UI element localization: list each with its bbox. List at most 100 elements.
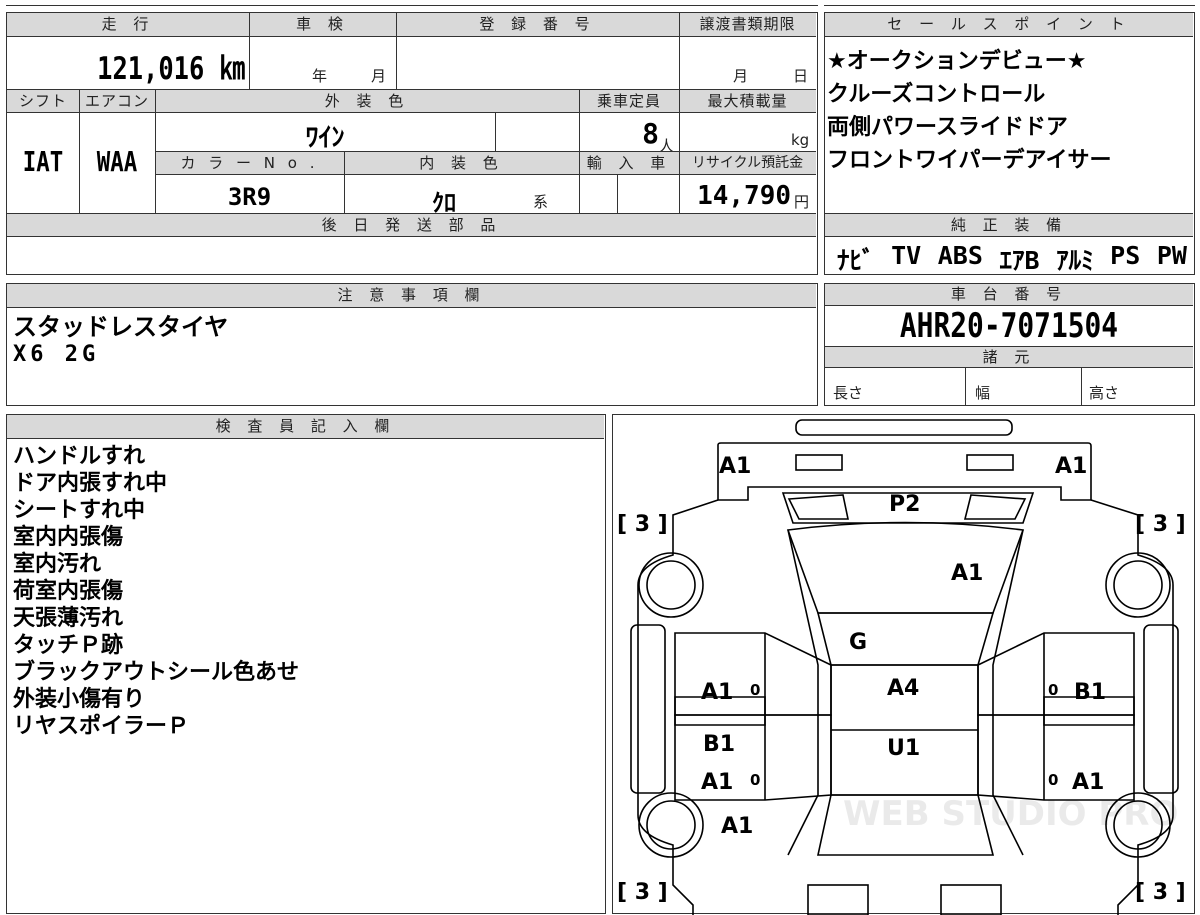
equipment-navi: ﾅﾋﾞ	[837, 246, 875, 275]
tire-label-rr: [ 3 ]	[1135, 880, 1186, 905]
top-edge-fragment	[824, 0, 1195, 6]
inspector-note: 室内内張傷	[13, 525, 124, 550]
top-edge-fragment	[6, 0, 818, 6]
equipment-header: 純 正 装 備	[825, 213, 1193, 237]
mark-right-rear-door: A1	[1072, 770, 1104, 795]
watermark: WEB STUDIO PRO	[843, 794, 1178, 834]
inspector-note: 天張薄汚れ	[13, 606, 124, 631]
aircon-value: WAA	[96, 145, 138, 178]
mileage-value: 121,016 ㎞	[97, 51, 246, 87]
mark-hood: A1	[951, 561, 983, 586]
recycle-value: 14,790	[697, 181, 791, 211]
recycle-fee-header: リサイクル預託金	[679, 151, 816, 175]
transfer-day-label: 日	[793, 67, 809, 85]
mark-left-rear-door-top: B1	[703, 732, 735, 757]
headlight-left	[795, 454, 843, 471]
sales-point-line: ★オークションデビュー★	[827, 49, 1087, 74]
capacity-value: 8	[642, 117, 659, 150]
shift-header: シフト	[7, 89, 79, 113]
mark-windshield-top: P2	[889, 492, 920, 517]
notes-header: 注 意 事 項 欄	[7, 284, 816, 308]
mileage-header: 走 行	[7, 13, 249, 37]
inspector-note: シートすれ中	[13, 498, 146, 523]
inspector-note: 室内汚れ	[13, 552, 102, 577]
sales-points-panel: セ ー ル ス ポ イ ン ト ★オークションデビュー★ クルーズコントロール …	[824, 12, 1195, 275]
wheel-front-left	[638, 552, 704, 618]
equipment-alloy: ｱﾙﾐ	[1056, 246, 1094, 275]
mark-zero: 0	[1048, 681, 1058, 699]
exterior-color-header: 外 装 色	[155, 89, 579, 113]
later-parts-header: 後 日 発 送 部 品	[7, 213, 816, 237]
note-line: スタッドレスタイヤ	[13, 313, 229, 341]
sales-point-line: 両側パワースライドドア	[827, 115, 1068, 140]
mark-zero: 0	[1048, 771, 1058, 789]
tire-label-fl: [ 3 ]	[617, 512, 668, 537]
aircon-header: エアコン	[79, 89, 155, 113]
inspector-note: ドア内張すれ中	[13, 471, 168, 496]
recycle-unit: 円	[794, 193, 810, 211]
windshield	[816, 612, 995, 666]
exterior-color-value: ﾜｲﾝ	[305, 123, 345, 153]
inspector-note: ブラックアウトシール色あせ	[13, 660, 300, 685]
inspector-note: 荷室内張傷	[13, 579, 124, 604]
equipment-ps: PS	[1110, 241, 1141, 270]
left-front-door	[674, 632, 832, 716]
body-outline	[637, 499, 1174, 915]
inspector-note: タッチＰ跡	[13, 633, 124, 658]
max-load-unit: kg	[791, 131, 810, 149]
chassis-number: AHR20-7071504	[899, 306, 1119, 346]
vehicle-info-grid: 走 行 車 検 登 録 番 号 譲渡書類期限 121,016 ㎞ 年 月 月 日…	[6, 12, 818, 275]
mark-zero: 0	[750, 681, 760, 699]
equipment-abs: ABS	[937, 241, 983, 270]
color-no-header: カ ラ ー N o .	[155, 151, 344, 175]
sales-point-line: クルーズコントロール	[827, 82, 1046, 107]
headlight-right	[966, 454, 1014, 471]
equipment-list: ﾅﾋﾞ TV ABS ｴｱB ｱﾙﾐ PS PW	[837, 241, 1187, 277]
tire-label-fr: [ 3 ]	[1135, 512, 1186, 537]
registration-header: 登 録 番 号	[396, 13, 679, 37]
wheel-front-right	[1105, 552, 1171, 618]
equipment-pw: PW	[1156, 241, 1187, 270]
mark-left-front-door: A1	[701, 680, 733, 705]
mark-left-rear-door: A1	[701, 770, 733, 795]
mark-front-right-corner: A1	[1055, 454, 1087, 479]
shift-value: IAT	[22, 145, 64, 178]
import-header: 輸 入 車	[579, 151, 679, 175]
car-diagram: WEB STUDIO PRO [ 3 ] [ 3 ] [ 3 ] [ 3 ] A…	[617, 419, 1186, 915]
notes-panel: 注 意 事 項 欄 スタッドレスタイヤ X6 2G	[6, 283, 818, 406]
sales-points-header: セ ー ル ス ポ イ ン ト	[825, 13, 1193, 37]
equipment-airbag: ｴｱB	[999, 246, 1040, 275]
inspection-header: 車 検	[249, 13, 396, 37]
chassis-header: 車 台 番 号	[825, 284, 1193, 306]
damage-diagram-panel: WEB STUDIO PRO [ 3 ] [ 3 ] [ 3 ] [ 3 ] A…	[612, 414, 1195, 915]
inspector-note: リヤスポイラーＰ	[13, 714, 190, 739]
mark-front-left-corner: A1	[719, 454, 751, 479]
inspection-month-label: 月	[371, 67, 387, 85]
specs-header: 諸 元	[825, 346, 1193, 368]
inspector-note: ハンドルすれ	[13, 444, 146, 469]
note-line: X6 2G	[13, 342, 100, 367]
sales-point-line: フロントワイパーデアイサー	[827, 148, 1112, 173]
inspector-panel: 検 査 員 記 入 欄 ハンドルすれ ドア内張すれ中 シートすれ中 室内内張傷 …	[6, 414, 606, 914]
interior-suffix: 系	[533, 193, 549, 211]
mark-left-rear-quarter: A1	[721, 814, 753, 839]
mark-roof-rear: U1	[887, 736, 920, 761]
front-bumper	[795, 419, 1013, 436]
tire-label-rl: [ 3 ]	[617, 880, 668, 905]
mark-roof-front: A4	[887, 676, 919, 701]
transfer-deadline-header: 譲渡書類期限	[679, 13, 816, 37]
length-label: 長さ	[833, 384, 864, 402]
max-load-header: 最大積載量	[679, 89, 816, 113]
hood	[786, 521, 1025, 614]
height-label: 高さ	[1089, 384, 1120, 402]
equipment-tv: TV	[891, 241, 922, 270]
capacity-header: 乗車定員	[579, 89, 679, 113]
right-front-door	[977, 632, 1135, 716]
width-label: 幅	[975, 384, 991, 402]
chassis-panel: 車 台 番 号 AHR20-7071504 諸 元 長さ 幅 高さ	[824, 283, 1195, 406]
transfer-month-label: 月	[733, 67, 749, 85]
inspector-header: 検 査 員 記 入 欄	[7, 415, 604, 439]
color-no-value: 3R9	[227, 183, 272, 211]
mark-windshield: G	[849, 630, 867, 655]
interior-color-header: 内 装 色	[344, 151, 579, 175]
